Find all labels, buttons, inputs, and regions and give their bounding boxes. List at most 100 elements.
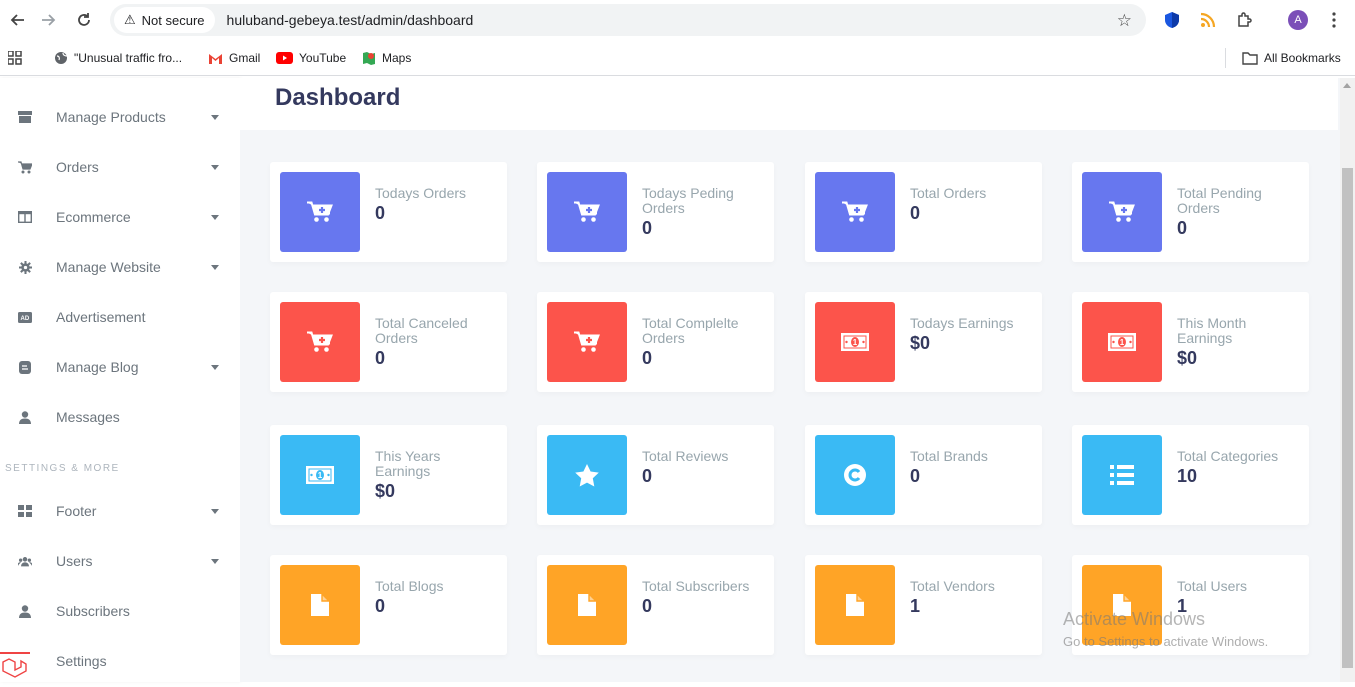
bookmark-maps[interactable]: Maps (362, 49, 411, 67)
profile-initial: A (1288, 10, 1308, 30)
reload-icon (78, 13, 90, 26)
stat-card-label: Total Brands (910, 448, 988, 464)
security-chip[interactable]: ⚠ Not secure (114, 7, 215, 33)
stat-card-label: Todays Peding Orders (642, 185, 734, 216)
stat-card-value: 0 (642, 218, 653, 238)
stat-card: Total Complelte Orders 0 (537, 292, 774, 392)
stat-card: Total Orders 0 (805, 162, 1042, 262)
sidebar: Manage Products Orders Ecommerce Manage … (0, 78, 240, 682)
forward-button[interactable] (30, 0, 66, 40)
windows-watermark-title: Activate Windows (1063, 609, 1206, 629)
chevron-down-icon (211, 364, 219, 370)
sidebar-item-label: Users (56, 553, 93, 569)
chevron-down-icon (211, 214, 219, 220)
chevron-down-icon (211, 508, 219, 514)
stat-card-value: $0 (910, 333, 931, 353)
stat-card: Total Brands 0 (805, 425, 1042, 525)
shield-extension-icon[interactable] (1160, 8, 1184, 32)
stat-card-value: 0 (642, 596, 653, 616)
sidebar-item-label: Manage Website (56, 259, 161, 275)
laravel-logo-icon (0, 652, 30, 682)
bookmark-unusual-traffic[interactable]: "Unusual traffic fro... (54, 49, 182, 67)
sidebar-item-advertisement[interactable]: AD Advertisement (0, 297, 240, 337)
file-icon (815, 565, 895, 645)
scroll-up-arrow-icon[interactable] (1343, 83, 1351, 88)
cart-plus-icon (547, 172, 627, 252)
svg-text:1: 1 (853, 338, 858, 347)
stat-card-label: This Month Earnings (1177, 315, 1247, 346)
stat-card: Total Blogs 0 (270, 555, 507, 655)
sidebar-item-label: Manage Products (56, 109, 166, 125)
chevron-down-icon (211, 558, 219, 564)
stat-card: Todays Peding Orders 0 (537, 162, 774, 262)
file-icon (1082, 565, 1162, 645)
sidebar-item-manage-website[interactable]: Manage Website (0, 247, 240, 287)
stat-card-value: 10 (1177, 466, 1198, 486)
blog-icon (18, 360, 32, 374)
stat-card: Total Canceled Orders 0 (270, 292, 507, 392)
bookmark-label: "Unusual traffic fro... (74, 51, 183, 65)
box-icon (18, 110, 32, 124)
gmail-icon (208, 53, 223, 64)
bookmark-star-icon[interactable]: ☆ (1117, 11, 1132, 31)
sidebar-item-label: Advertisement (56, 309, 146, 325)
apps-grid-icon[interactable] (8, 49, 22, 67)
user-icon (18, 410, 32, 424)
stat-card-label: Total Canceled Orders (375, 315, 468, 346)
stat-card-value: 0 (910, 466, 921, 486)
stat-card-label: This Years Earnings (375, 448, 441, 479)
sidebar-item-label: Manage Blog (56, 359, 139, 375)
stat-card: 1 This Years Earnings $0 (270, 425, 507, 525)
extensions-puzzle-icon[interactable] (1232, 8, 1256, 32)
money-bill-icon: 1 (815, 302, 895, 382)
stat-card-label: Total Categories (1177, 448, 1279, 464)
cart-plus-icon (280, 302, 360, 382)
profile-avatar[interactable]: A (1286, 8, 1310, 32)
address-bar[interactable]: ⚠ Not secure huluband-gebeya.test/admin/… (110, 4, 1146, 36)
warning-icon: ⚠ (124, 12, 136, 27)
sidebar-item-users[interactable]: Users (0, 541, 240, 581)
sidebar-item-subscribers[interactable]: Subscribers (0, 591, 240, 631)
columns-icon (18, 210, 32, 224)
bookmarks-bar: "Unusual traffic fro... Gmail YouTube Ma… (0, 40, 1355, 76)
sidebar-item-settings[interactable]: Settings (0, 641, 240, 681)
reload-button[interactable] (66, 0, 102, 40)
stat-card-value: 0 (375, 348, 386, 368)
bookmark-gmail[interactable]: Gmail (208, 49, 260, 67)
sidebar-item-label: Orders (56, 159, 99, 175)
sidebar-item-label: Footer (56, 503, 97, 519)
stat-card-label: Total Vendors (910, 578, 995, 594)
youtube-icon (276, 52, 293, 64)
money-bill-icon: 1 (1082, 302, 1162, 382)
gear-icon (18, 260, 32, 274)
rss-extension-icon[interactable] (1196, 8, 1220, 32)
scroll-thumb[interactable] (1342, 168, 1353, 668)
sidebar-item-footer[interactable]: Footer (0, 491, 240, 531)
globe-icon (54, 51, 68, 65)
sidebar-item-manage-products[interactable]: Manage Products (0, 97, 240, 137)
stat-card-value: 0 (910, 203, 921, 223)
main-content: Dashboard Todays Orders 0 Todays Peding Or… (240, 78, 1340, 682)
url-text[interactable]: huluband-gebeya.test/admin/dashboard (227, 12, 474, 28)
copyright-icon (815, 435, 895, 515)
section-header: Dashboard (240, 78, 1338, 130)
all-bookmarks-button[interactable]: All Bookmarks (1242, 49, 1341, 67)
stat-card: Total Pending Orders 0 (1072, 162, 1309, 262)
sidebar-item-manage-blog[interactable]: Manage Blog (0, 347, 240, 387)
stat-card-value: $0 (375, 481, 396, 501)
security-label: Not secure (141, 12, 205, 28)
sidebar-item-ecommerce[interactable]: Ecommerce (0, 197, 240, 237)
sidebar-item-orders[interactable]: Orders (0, 147, 240, 187)
bookmark-label: Gmail (229, 51, 261, 65)
bookmark-youtube[interactable]: YouTube (276, 49, 346, 67)
file-icon (547, 565, 627, 645)
money-bill-icon: 1 (280, 435, 360, 515)
page-scrollbar[interactable] (1340, 78, 1355, 682)
sidebar-section-label: SETTINGS & MORE (5, 463, 120, 474)
file-icon (280, 565, 360, 645)
sidebar-item-messages[interactable]: Messages (0, 397, 240, 437)
star-icon (547, 435, 627, 515)
menu-kebab-icon[interactable] (1322, 8, 1346, 32)
stat-card: Total Vendors 1 (805, 555, 1042, 655)
stat-card-value: 0 (375, 596, 386, 616)
